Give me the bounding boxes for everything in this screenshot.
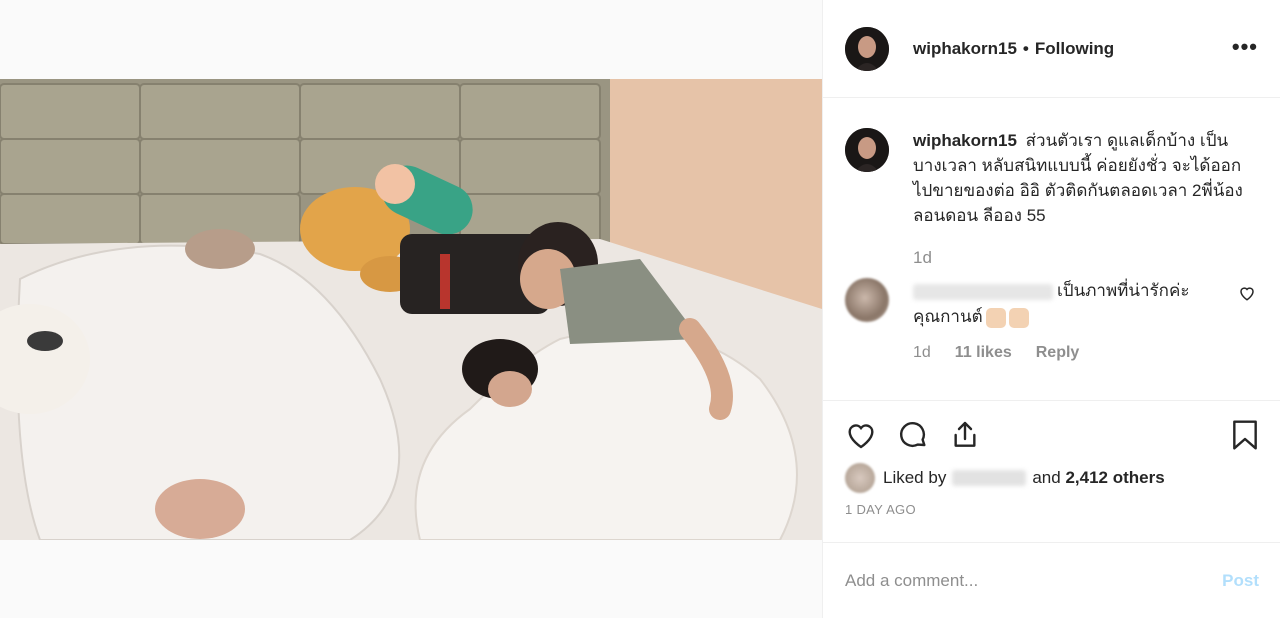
caption-username[interactable]: wiphakorn15 [913, 131, 1017, 150]
bookmark-icon[interactable] [1230, 419, 1260, 451]
post-photo[interactable] [0, 79, 822, 540]
comment-icon[interactable] [897, 419, 929, 460]
follow-status[interactable]: Following [1035, 39, 1114, 59]
comment-meta: 1d 11 likes Reply [913, 344, 1258, 362]
author-username[interactable]: wiphakorn15 [913, 39, 1017, 59]
likes-others-link[interactable]: 2,412 others [1065, 468, 1164, 488]
comment-item: เป็นภาพที่น่ารักค่ะ คุณกานต์ [845, 278, 1258, 330]
header-user-info: wiphakorn15 • Following [913, 39, 1114, 59]
post-comment-button[interactable]: Post [1222, 571, 1259, 591]
thumbs-up-emoji-icon [985, 307, 1006, 328]
caption-avatar[interactable] [845, 128, 889, 172]
post-date[interactable]: 1 DAY AGO [823, 492, 1280, 532]
post-side-panel: wiphakorn15 • Following ••• wiphakorn15 … [822, 0, 1280, 618]
author-avatar[interactable] [845, 26, 889, 71]
comment-body: เป็นภาพที่น่ารักค่ะ คุณกานต์ [913, 278, 1213, 330]
liked-by-and: and [1032, 468, 1061, 487]
comment-likes[interactable]: 11 likes [955, 344, 1012, 362]
photo-illustration [0, 79, 822, 540]
add-comment-bar: Post [823, 542, 1280, 618]
share-icon[interactable] [949, 419, 981, 460]
caption-body: wiphakorn15 ส่วนตัวเรา ดูแลเด็กบ้าง เป็น… [913, 128, 1253, 228]
heart-icon[interactable] [845, 419, 877, 460]
separator-dot: • [1022, 38, 1029, 58]
post-header: wiphakorn15 • Following ••• [823, 0, 1280, 98]
author-avatar-image [845, 26, 889, 71]
media-pane [0, 0, 822, 618]
comment-reply-button[interactable]: Reply [1036, 344, 1080, 362]
more-options-icon[interactable]: ••• [1232, 36, 1258, 58]
commenter-avatar[interactable] [845, 278, 889, 322]
likes-row: Liked by and 2,412 others [823, 460, 1280, 493]
add-comment-input[interactable] [845, 570, 1223, 591]
thumbs-up-emoji-icon [1008, 307, 1029, 328]
caption-time[interactable]: 1d [913, 248, 1258, 268]
liker-avatar[interactable] [845, 463, 875, 493]
comment-like-heart-icon[interactable] [1238, 284, 1256, 307]
redacted-liker-name[interactable] [952, 470, 1027, 486]
post-actions-bar [823, 400, 1280, 460]
liked-by-prefix: Liked by [883, 468, 947, 487]
caption-avatar-image [845, 128, 889, 172]
caption-row: wiphakorn15 ส่วนตัวเรา ดูแลเด็กบ้าง เป็น… [845, 128, 1258, 228]
comment-time[interactable]: 1d [913, 344, 931, 362]
redacted-commenter-name [913, 283, 1053, 300]
comments-section: wiphakorn15 ส่วนตัวเรา ดูแลเด็กบ้าง เป็น… [823, 98, 1280, 400]
